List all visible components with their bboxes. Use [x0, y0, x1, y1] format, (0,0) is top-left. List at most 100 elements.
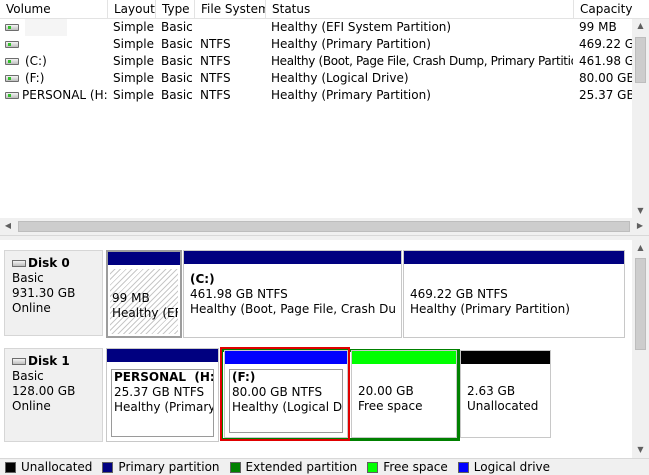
horizontal-scrollbar[interactable]: ◀ ▶: [0, 218, 649, 235]
drive-icon: [5, 41, 19, 48]
disk-type: Basic: [12, 271, 44, 285]
legend-swatch: [102, 461, 114, 473]
legend-swatch: [229, 461, 241, 473]
partition-body: 99 MB Healthy (EF: [110, 269, 178, 334]
drive-icon: [5, 58, 19, 65]
arrow-down-icon[interactable]: ▼: [632, 206, 649, 216]
column-header-volume[interactable]: Volume: [0, 0, 108, 19]
volume-layout: Simple: [113, 20, 154, 34]
volume-type: Basic: [161, 37, 193, 51]
selection-highlight: [220, 347, 350, 441]
primary-partition-bar: [107, 349, 218, 362]
partition-body: 20.00 GB Free space: [356, 384, 452, 433]
disk-1-header[interactable]: Disk 1 Basic 128.00 GB Online: [4, 348, 103, 442]
volume-name: PERSONAL (H:): [22, 88, 108, 102]
drive-icon: [5, 75, 19, 82]
legend-bar: Unallocated Primary partition Extended p…: [0, 458, 649, 475]
partition-body: (C:) 461.98 GB NTFS Healthy (Boot, Page …: [188, 272, 397, 333]
partition-size: 461.98 GB NTFS: [190, 287, 288, 301]
scroll-thumb[interactable]: [635, 258, 646, 350]
volume-status: Healthy (Primary Partition): [271, 37, 431, 51]
volume-layout: Simple: [113, 71, 154, 85]
arrow-left-icon[interactable]: ◀: [2, 221, 14, 231]
partition-body: 2.63 GB Unallocated: [465, 384, 546, 433]
partition-size: 469.22 GB NTFS: [410, 287, 508, 301]
legend-item-free-space: Free space: [367, 460, 448, 474]
column-header-status[interactable]: Status: [266, 0, 574, 19]
column-header-capacity[interactable]: Capacity: [574, 0, 649, 19]
legend-swatch: [457, 461, 469, 473]
volume-list: Volume Layout Type File System Status Ca…: [0, 0, 649, 218]
partition-status: Healthy (Primary P: [114, 400, 214, 414]
scroll-thumb[interactable]: [18, 221, 630, 232]
arrow-right-icon[interactable]: ▶: [634, 221, 646, 231]
disk-size: 128.00 GB: [12, 384, 76, 398]
table-row[interactable]: (C:) Simple Basic NTFS Healthy (Boot, Pa…: [0, 53, 641, 70]
partition-free-space[interactable]: 20.00 GB Free space: [351, 350, 457, 438]
partition-status: Free space: [358, 399, 423, 413]
column-header-type[interactable]: Type: [156, 0, 195, 19]
legend-label: Free space: [383, 460, 448, 474]
partition-label: (C:): [190, 272, 215, 286]
legend-label: Primary partition: [118, 460, 220, 474]
disk-state: Online: [12, 399, 51, 413]
volume-fs: NTFS: [200, 37, 231, 51]
primary-partition-bar: [404, 251, 624, 264]
arrow-down-icon[interactable]: ▼: [632, 445, 649, 455]
partition-primary[interactable]: 469.22 GB NTFS Healthy (Primary Partitio…: [403, 250, 625, 338]
partition-efi[interactable]: 99 MB Healthy (EF: [106, 250, 182, 338]
partition-body: 469.22 GB NTFS Healthy (Primary Partitio…: [408, 287, 620, 333]
volume-fs: NTFS: [200, 71, 231, 85]
volume-name: (C:): [25, 54, 47, 68]
legend-item-unallocated: Unallocated: [5, 460, 92, 474]
disk-state: Online: [12, 301, 51, 315]
primary-partition-bar: [108, 252, 180, 265]
partition-size: 2.63 GB: [467, 384, 516, 398]
volume-list-vertical-scrollbar[interactable]: ▲ ▼: [632, 19, 649, 218]
volume-type: Basic: [161, 20, 193, 34]
volume-fs: NTFS: [200, 54, 231, 68]
volume-status: Healthy (Boot, Page File, Crash Dump, Pr…: [271, 54, 573, 68]
disk-name: Disk 0: [28, 256, 70, 270]
drive-icon: [5, 24, 19, 31]
disk-icon: [12, 358, 26, 365]
free-space-bar: [352, 351, 456, 364]
table-row[interactable]: PERSONAL (H:) Simple Basic NTFS Healthy …: [0, 87, 640, 104]
disk-0-header[interactable]: Disk 0 Basic 931.30 GB Online: [4, 250, 103, 336]
volume-layout: Simple: [113, 37, 154, 51]
volume-layout: Simple: [113, 54, 154, 68]
disk-map: Disk 0 Basic 931.30 GB Online 99 MB Heal…: [0, 240, 632, 458]
partition-unallocated[interactable]: 2.63 GB Unallocated: [460, 350, 551, 438]
legend-label: Unallocated: [21, 460, 93, 474]
volume-type: Basic: [161, 88, 193, 102]
arrow-up-icon[interactable]: ▲: [632, 243, 649, 253]
scroll-thumb[interactable]: [635, 37, 646, 83]
partition-size: 25.37 GB NTFS: [114, 385, 205, 399]
volume-status: Healthy (Logical Drive): [271, 71, 409, 85]
disk-type: Basic: [12, 369, 44, 383]
partition-label: PERSONAL (H:): [114, 370, 214, 384]
legend-label: Logical drive: [473, 460, 551, 474]
disk-map-vertical-scrollbar[interactable]: ▲ ▼: [632, 240, 649, 458]
legend-item-extended-partition: Extended partition: [229, 460, 357, 474]
volume-status: Healthy (Primary Partition): [271, 88, 431, 102]
partition-status: Healthy (Primary Partition): [410, 302, 570, 316]
partition-status: Unallocated: [467, 399, 539, 413]
volume-type: Basic: [161, 71, 193, 85]
column-header-file-system[interactable]: File System: [195, 0, 266, 19]
partition-c[interactable]: (C:) 461.98 GB NTFS Healthy (Boot, Page …: [183, 250, 402, 338]
volume-type: Basic: [161, 54, 193, 68]
legend-swatch: [5, 461, 16, 473]
partition-size: 20.00 GB: [358, 384, 414, 398]
volume-name: (F:): [25, 71, 45, 85]
primary-partition-bar: [184, 251, 401, 264]
partition-status: Healthy (Boot, Page File, Crash Dump,: [190, 302, 397, 316]
unallocated-bar: [461, 351, 550, 364]
table-row[interactable]: Simple Basic NTFS Healthy (Primary Parti…: [0, 36, 641, 53]
partition-personal-h[interactable]: PERSONAL (H:) 25.37 GB NTFS Healthy (Pri…: [106, 348, 219, 442]
table-row[interactable]: Simple Basic Healthy (EFI System Partiti…: [0, 19, 640, 36]
arrow-up-icon[interactable]: ▲: [632, 21, 649, 31]
table-row[interactable]: (F:) Simple Basic NTFS Healthy (Logical …: [0, 70, 640, 87]
column-header-layout[interactable]: Layout: [108, 0, 156, 19]
legend-item-primary-partition: Primary partition: [102, 460, 220, 474]
